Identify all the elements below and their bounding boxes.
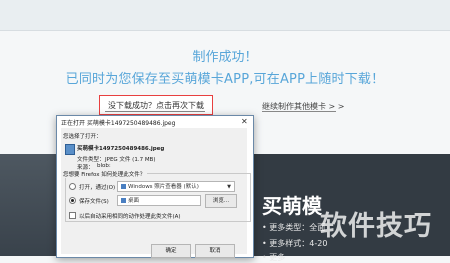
open-with-radio[interactable] <box>69 183 76 190</box>
watermark-text: 软件技巧 <box>320 211 432 242</box>
dialog-body: 您选择了打开： 买萌模卡1497250489486.jpeg 文件类型： JPE… <box>61 128 251 258</box>
action-question: 您想要 Firefox 如何处理此文件？ <box>63 170 148 178</box>
source-value: blob: <box>97 163 111 169</box>
promo-line: • 更多类型：全面 <box>262 223 326 232</box>
promo-line: • 更多 <box>262 253 286 262</box>
dialog-title: 正在打开 买萌模卡1497250489486.jpeg <box>61 120 176 127</box>
remember-checkbox[interactable] <box>69 212 76 219</box>
chosen-open-label: 您选择了打开： <box>63 134 102 140</box>
success-title: 制作成功！ <box>192 50 258 65</box>
save-file-label: 保存文件(S) <box>79 199 109 205</box>
remember-label: 以后自动采用相同的动作处理此类文件(A) <box>79 214 181 220</box>
save-path-value: 桌面 <box>128 198 140 204</box>
promo-line: • 更多样式：4-20 <box>262 239 328 248</box>
chevron-down-icon: ▼ <box>227 184 231 190</box>
open-with-label: 打开，通过(O) <box>79 185 116 191</box>
open-with-select[interactable]: Windows 照片查看器 (默认) ▼ <box>117 181 235 192</box>
file-name: 买萌模卡1497250489486.jpeg <box>77 146 165 152</box>
browse-button[interactable]: 浏览... <box>205 194 237 208</box>
promo-title: 买萌模 <box>262 194 322 218</box>
file-type-value: JPEG 文件 (1.7 MB) <box>105 157 156 163</box>
folder-icon <box>121 198 126 203</box>
save-path-field[interactable]: 桌面 <box>117 195 201 206</box>
save-subtitle: 已同时为您保存至买萌模卡APP,可在APP上随时下载！ <box>65 72 385 87</box>
save-file-radio[interactable] <box>69 197 76 204</box>
photo-viewer-icon <box>121 184 126 189</box>
file-icon <box>65 144 75 155</box>
open-with-value: Windows 照片查看器 (默认) <box>128 184 199 190</box>
file-type-label: 文件类型： <box>77 157 105 163</box>
retry-download-link[interactable]: 没下载成功？点击再次下载 <box>99 95 213 115</box>
top-band <box>0 0 450 31</box>
continue-link-underline <box>262 111 336 112</box>
close-icon[interactable]: ✕ <box>241 117 248 126</box>
open-file-dialog: 正在打开 买萌模卡1497250489486.jpeg ✕ 您选择了打开： 买萌… <box>56 115 254 258</box>
retry-link-underline <box>105 111 205 112</box>
